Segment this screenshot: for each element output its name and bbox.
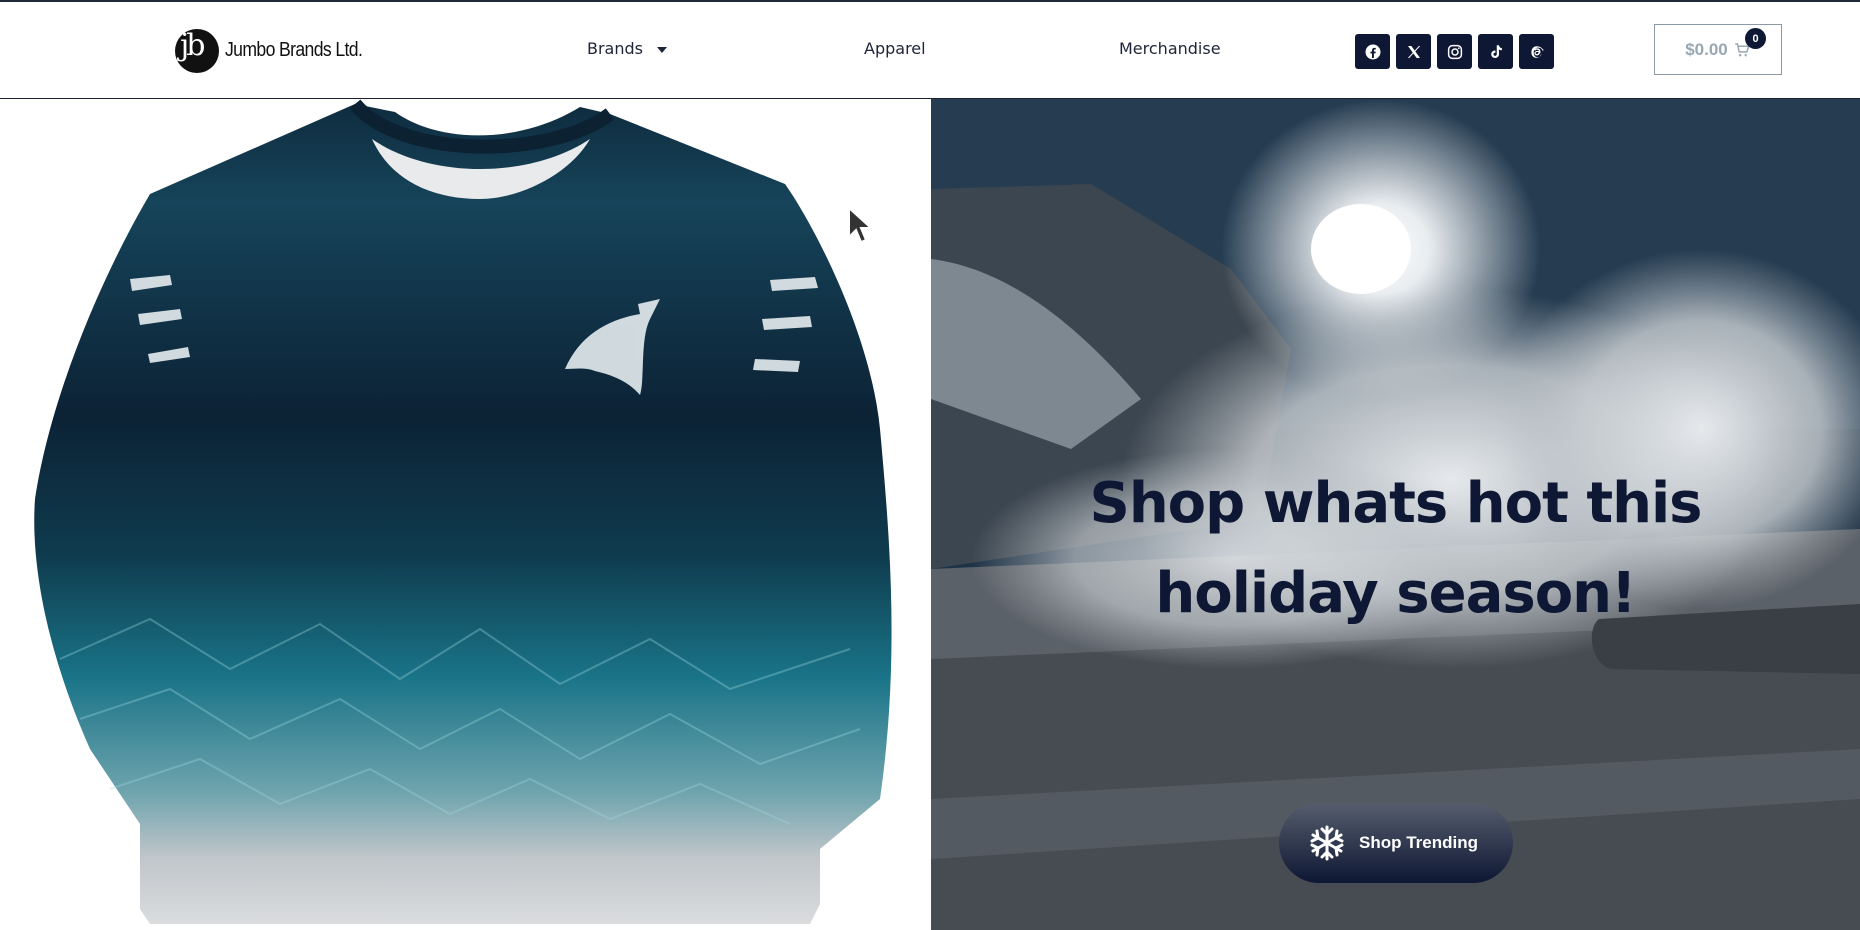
social-links <box>1355 34 1554 69</box>
hero-headline-line2: holiday season! <box>1155 561 1636 626</box>
hero-headline: Shop whats hot this holiday season! <box>931 459 1860 639</box>
threads-icon[interactable] <box>1519 34 1554 69</box>
site-logo[interactable]: jb Jumbo Brands Ltd. <box>175 27 381 74</box>
sweatshirt-graphic <box>34 99 892 924</box>
shop-trending-button[interactable]: Shop Trending <box>1279 803 1513 883</box>
nav-merchandise[interactable]: Merchandise <box>1119 39 1221 58</box>
logo-mark: jb <box>175 28 219 73</box>
nav-brands[interactable]: Brands <box>587 39 667 58</box>
nav-brands-label: Brands <box>587 39 643 58</box>
x-icon[interactable] <box>1396 34 1431 69</box>
site-header: jb Jumbo Brands Ltd. Brands Apparel Merc… <box>0 2 1860 99</box>
shop-trending-label: Shop Trending <box>1359 833 1478 852</box>
facebook-icon[interactable] <box>1355 34 1390 69</box>
logo-text: Jumbo Brands Ltd. <box>225 39 363 61</box>
cart-button[interactable]: $0.00 0 <box>1654 24 1782 75</box>
cart-total: $0.00 <box>1685 39 1728 59</box>
hero-headline-line1: Shop whats hot this <box>1089 471 1702 536</box>
product-image-sweatshirt[interactable] <box>0 99 931 930</box>
cart-count-badge: 0 <box>1745 28 1766 49</box>
hero-banner: Shop whats hot this holiday season! Shop… <box>931 99 1860 930</box>
mouse-cursor-icon <box>848 205 874 244</box>
chevron-down-icon <box>657 46 667 53</box>
instagram-icon[interactable] <box>1437 34 1472 69</box>
nav-apparel[interactable]: Apparel <box>864 39 926 58</box>
snowflake-icon <box>1310 825 1344 861</box>
tiktok-icon[interactable] <box>1478 34 1513 69</box>
